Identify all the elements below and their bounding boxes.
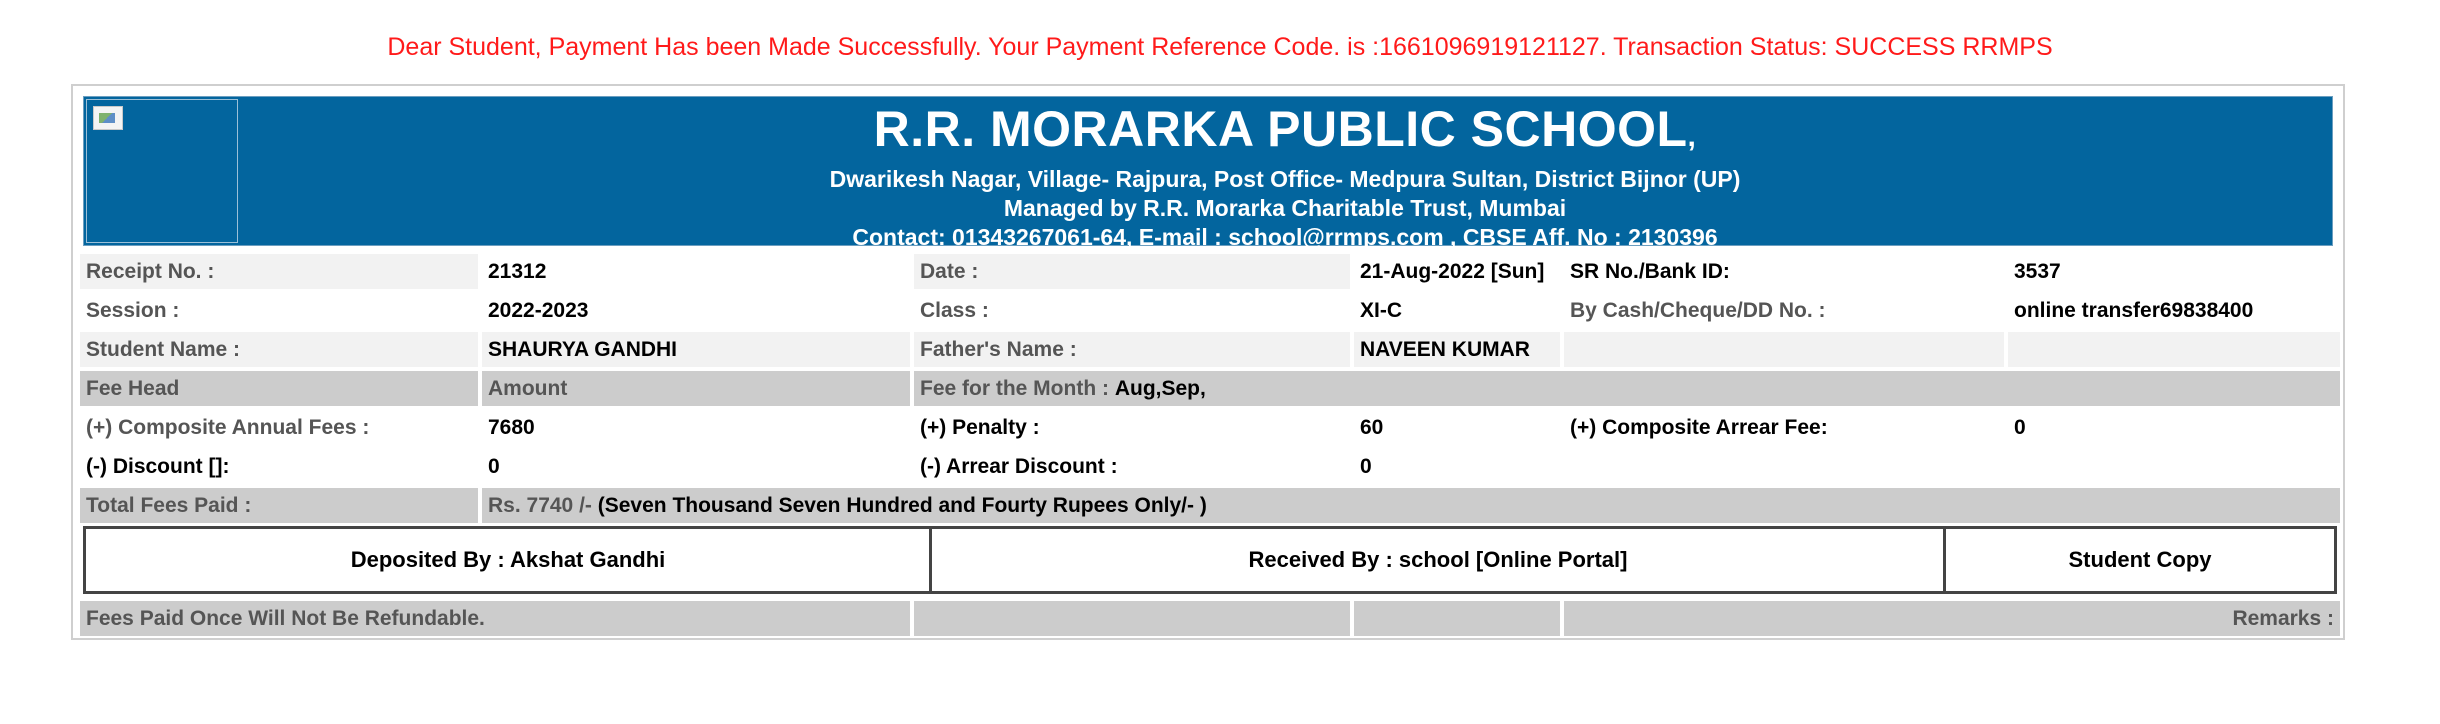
arrear-fee-label: (+) Composite Arrear Fee: (1570, 416, 1828, 439)
total-amount: Rs. 7740 /- (488, 494, 592, 517)
copy-type-label: Student Copy (1943, 526, 2337, 594)
receipt-no-label: Receipt No. : (80, 254, 478, 289)
fee-receipt: R.R. MORARKA PUBLIC SCHOOL, Dwarikesh Na… (71, 84, 2345, 640)
fee-head-label: Fee Head (80, 371, 478, 406)
school-header: R.R. MORARKA PUBLIC SCHOOL, Dwarikesh Na… (83, 96, 2333, 250)
session-value: 2022-2023 (488, 299, 589, 322)
arrear-discount-value: 0 (1360, 455, 1372, 478)
fee-month-value: Aug,Sep, (1114, 377, 1206, 400)
payment-success-notice: Dear Student, Payment Has been Made Succ… (387, 33, 2053, 61)
arrear-fee-value: 0 (2014, 416, 2026, 439)
school-name-suffix: , (1687, 120, 1697, 153)
received-by: Received By : school [Online Portal] (929, 526, 1947, 594)
discount-label: (-) Discount []: (86, 455, 230, 478)
father-name-label: Father's Name : (914, 332, 1350, 367)
penalty-label: (+) Penalty : (920, 416, 1040, 439)
session-label: Session : (86, 299, 180, 322)
class-label: Class : (920, 299, 989, 322)
remarks-label: Remarks : (1564, 601, 2340, 636)
composite-fees-value: 7680 (488, 416, 535, 439)
signature-section: Deposited By : Akshat Gandhi Received By… (83, 526, 2337, 594)
student-name-value: SHAURYA GANDHI (482, 332, 910, 367)
empty-cell (914, 601, 1350, 636)
discount-value: 0 (488, 455, 500, 478)
penalty-value: 60 (1360, 416, 1384, 439)
father-name-value: NAVEEN KUMAR (1354, 332, 1560, 367)
total-amount-words: (Seven Thousand Seven Hundred and Fourty… (597, 494, 1207, 517)
receipt-no-value: 21312 (488, 260, 547, 283)
fee-month-label: Fee for the Month : (920, 377, 1109, 400)
broken-image-icon (93, 106, 123, 130)
payment-mode-label: By Cash/Cheque/DD No. : (1570, 299, 1826, 322)
date-label: Date : (914, 254, 1350, 289)
deposited-by: Deposited By : Akshat Gandhi (83, 526, 933, 594)
student-name-label: Student Name : (80, 332, 478, 367)
class-value: XI-C (1360, 299, 1402, 322)
fee-months: Fee for the Month : Aug,Sep, (914, 371, 2340, 406)
school-name-heading: R.R. MORARKA PUBLIC SCHOOL, (238, 101, 2332, 165)
school-address: Dwarikesh Nagar, Village- Rajpura, Post … (829, 166, 1741, 192)
arrear-discount-label: (-) Arrear Discount : (920, 455, 1118, 478)
sr-no-value: 3537 (2014, 260, 2061, 283)
school-logo (86, 99, 238, 243)
date-value: 21-Aug-2022 [Sun] (1360, 260, 1545, 283)
sr-no-label: SR No./Bank ID: (1570, 260, 1730, 283)
empty-cell (1354, 601, 1560, 636)
total-fees-label: Total Fees Paid : (80, 488, 478, 523)
school-name: R.R. MORARKA PUBLIC SCHOOL (873, 101, 1688, 157)
composite-fees-label: (+) Composite Annual Fees : (86, 416, 370, 439)
refund-note: Fees Paid Once Will Not Be Refundable. (80, 601, 910, 636)
total-fees-value: Rs. 7740 /- (Seven Thousand Seven Hundre… (482, 488, 2340, 523)
empty-cell (2008, 332, 2340, 367)
empty-cell (1564, 332, 2004, 367)
school-trust: Managed by R.R. Morarka Charitable Trust… (1003, 195, 1567, 221)
amount-label: Amount (482, 371, 910, 406)
payment-mode-value: online transfer69838400 (2014, 299, 2254, 322)
school-contact: Contact: 01343267061-64, E-mail : school… (852, 224, 1718, 250)
